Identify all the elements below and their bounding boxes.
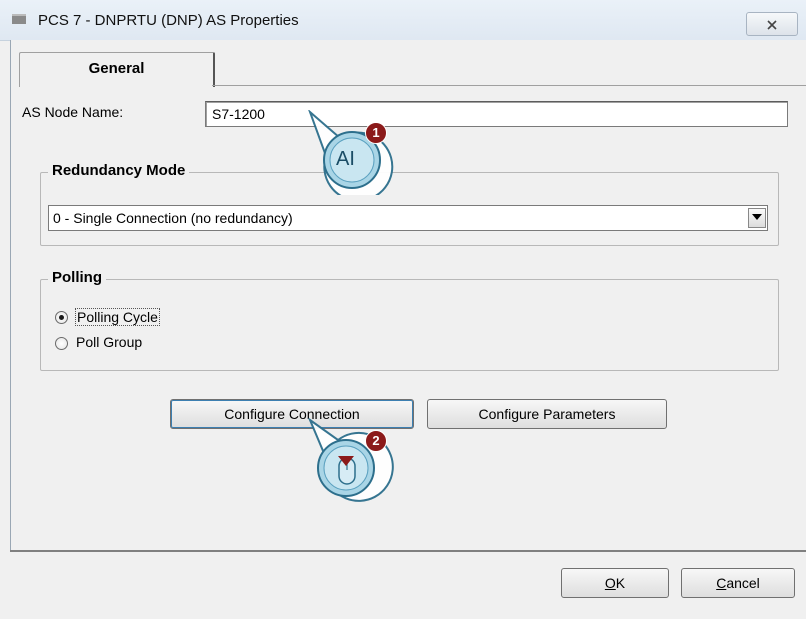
dropdown-arrow-button[interactable] <box>748 208 766 228</box>
polling-label: Polling <box>48 269 106 286</box>
callout-number-1: 1 <box>365 122 387 144</box>
mouse-click-icon <box>338 456 356 485</box>
ok-button[interactable]: OK <box>561 568 669 598</box>
cancel-button[interactable]: Cancel <box>681 568 795 598</box>
text-cursor-icon: AI <box>336 148 355 170</box>
poll-group-radio[interactable] <box>55 337 68 350</box>
title-bar: PCS 7 - DNPRTU (DNP) AS Properties <box>0 0 806 41</box>
configure-parameters-button[interactable]: Configure Parameters <box>427 399 667 429</box>
as-node-name-input[interactable] <box>205 101 788 127</box>
cancel-button-label: Cancel <box>716 575 760 591</box>
redundancy-mode-label: Redundancy Mode <box>48 162 190 179</box>
as-node-name-label: AS Node Name: <box>22 104 124 120</box>
redundancy-mode-value: 0 - Single Connection (no redundancy) <box>53 210 293 226</box>
close-icon <box>766 16 778 32</box>
window-title: PCS 7 - DNPRTU (DNP) AS Properties <box>38 12 299 29</box>
polling-cycle-label[interactable]: Polling Cycle <box>75 308 160 326</box>
app-icon <box>12 14 26 24</box>
tab-general[interactable]: General <box>19 52 215 87</box>
ok-button-label: OK <box>604 575 626 591</box>
close-button[interactable] <box>746 12 798 36</box>
poll-group-label[interactable]: Poll Group <box>76 334 142 350</box>
polling-cycle-radio[interactable] <box>55 311 68 324</box>
chevron-down-icon <box>752 214 762 220</box>
callout-number-2: 2 <box>365 430 387 452</box>
